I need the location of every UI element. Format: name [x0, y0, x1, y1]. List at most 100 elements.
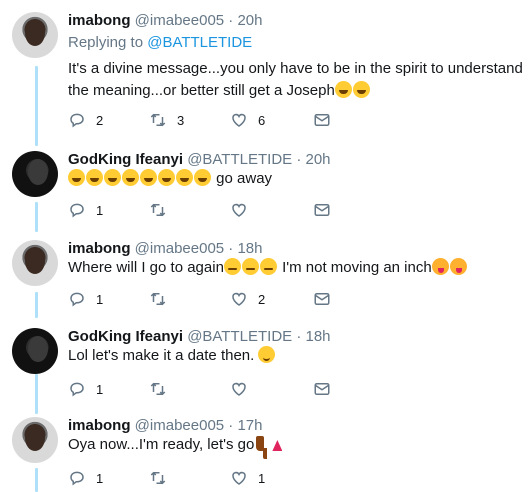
timestamp[interactable]: 20h [237, 12, 262, 29]
laughing-emoji-icon [68, 169, 85, 186]
handle[interactable]: @imabee005 [135, 240, 224, 257]
reply-icon [70, 471, 84, 486]
tweet-header: GodKing Ifeanyi @BATTLETIDE · 18h [68, 328, 331, 345]
like-icon [232, 203, 246, 217]
retweet-icon [150, 382, 166, 396]
laughing-emoji-icon [194, 169, 211, 186]
handle[interactable]: @BATTLETIDE [187, 151, 292, 168]
reply-button[interactable]: 1 [68, 379, 103, 399]
laughing-emoji-icon [86, 169, 103, 186]
timestamp[interactable]: 18h [306, 328, 331, 345]
reply-icon [70, 113, 84, 128]
reply-icon [70, 203, 84, 218]
display-name[interactable]: imabong [68, 240, 131, 257]
separator: · [224, 417, 238, 434]
avatar[interactable] [12, 151, 58, 197]
direct-message-button[interactable] [313, 110, 331, 130]
reply-icon [70, 292, 84, 307]
laughing-emoji-icon [176, 169, 193, 186]
replying-to: Replying to @BATTLETIDE [68, 34, 252, 51]
timestamp[interactable]: 18h [237, 240, 262, 257]
avatar[interactable] [12, 240, 58, 286]
direct-message-icon [314, 114, 330, 126]
tweet[interactable]: GodKing Ifeanyi @BATTLETIDE · 20h go awa… [0, 151, 530, 226]
replying-handle-link[interactable]: @BATTLETIDE [147, 34, 252, 51]
like-button[interactable] [230, 379, 258, 399]
retweet-button[interactable]: 3 [149, 110, 184, 130]
laughing-emoji-icon [334, 81, 352, 98]
timestamp[interactable]: 17h [237, 417, 262, 434]
tweet-actions: 1 1 [68, 468, 368, 488]
direct-message-button[interactable] [313, 379, 331, 399]
tweet-text: Where will I go to again I'm not moving … [68, 257, 523, 279]
like-icon [232, 471, 246, 485]
retweet-button[interactable] [149, 379, 177, 399]
tweet-actions: 1 [68, 200, 368, 220]
direct-message-button[interactable] [313, 200, 331, 220]
tweet-text: It's a divine message...you only have to… [68, 58, 523, 102]
laughing-emoji-icon [104, 169, 121, 186]
avatar[interactable] [12, 417, 58, 463]
tweet-actions: 1 2 [68, 289, 368, 309]
tweet[interactable]: imabong @imabee005 · 17h Oya now...I'm r… [0, 417, 530, 492]
relieved-emoji-icon [259, 258, 277, 275]
reply-button[interactable]: 1 [68, 468, 103, 488]
handle[interactable]: @imabee005 [135, 417, 224, 434]
like-count: 6 [258, 112, 266, 128]
tweet-text-content: It's a divine message...you only have to… [68, 60, 523, 99]
direct-message-icon [314, 383, 330, 395]
tweet[interactable]: imabong @imabee005 · 20h Replying to @BA… [0, 12, 530, 137]
retweet-button[interactable] [149, 200, 177, 220]
tweet-actions: 2 3 6 [68, 110, 368, 130]
avatar[interactable] [12, 12, 58, 58]
tweet[interactable]: GodKing Ifeanyi @BATTLETIDE · 18h Lol le… [0, 328, 530, 403]
like-button[interactable] [230, 200, 258, 220]
retweet-button[interactable] [149, 468, 177, 488]
tweet-text: go away [68, 168, 523, 190]
reply-count: 1 [96, 202, 104, 218]
laughing-emoji-icon [352, 81, 370, 98]
reply-button[interactable]: 1 [68, 289, 103, 309]
retweet-count: 3 [177, 112, 185, 128]
retweet-button[interactable] [149, 289, 177, 309]
reply-button[interactable]: 2 [68, 110, 103, 130]
yum-emoji-icon [431, 258, 449, 275]
tweet-header: imabong @imabee005 · 18h [68, 240, 263, 257]
laughing-emoji-icon [158, 169, 175, 186]
relieved-emoji-icon [223, 258, 241, 275]
like-button[interactable]: 2 [230, 289, 265, 309]
handle[interactable]: @BATTLETIDE [187, 328, 292, 345]
tweet-text-content: go away [216, 170, 273, 187]
display-name[interactable]: GodKing Ifeanyi [68, 151, 183, 168]
reply-icon [70, 382, 84, 397]
reply-button[interactable]: 1 [68, 200, 103, 220]
timestamp[interactable]: 20h [306, 151, 331, 168]
separator: · [224, 12, 238, 29]
laughing-emoji-icon [122, 169, 139, 186]
handle[interactable]: @imabee005 [135, 12, 224, 29]
direct-message-icon [314, 204, 330, 216]
like-icon [232, 382, 246, 396]
display-name[interactable]: imabong [68, 417, 131, 434]
direct-message-icon [314, 293, 330, 305]
like-button[interactable]: 6 [230, 110, 265, 130]
tweet-header: imabong @imabee005 · 20h [68, 12, 263, 29]
relieved-emoji-icon [241, 258, 259, 275]
reply-count: 2 [96, 112, 104, 128]
like-icon [232, 292, 246, 306]
display-name[interactable]: GodKing Ifeanyi [68, 328, 183, 345]
like-count: 2 [258, 291, 266, 307]
separator: · [292, 151, 306, 168]
tweet-text-content: Oya now...I'm ready, let's go [68, 436, 255, 453]
display-name[interactable]: imabong [68, 12, 131, 29]
retweet-icon [150, 292, 166, 306]
direct-message-button[interactable] [313, 289, 331, 309]
dancer-emoji-icon [269, 435, 283, 452]
yum-emoji-icon [449, 258, 467, 275]
tweet-text: Lol let's make it a date then. [68, 345, 523, 367]
laughing-emoji-icon [140, 169, 157, 186]
like-button[interactable]: 1 [230, 468, 265, 488]
tweet-text-content: Lol let's make it a date then. [68, 347, 259, 364]
tweet[interactable]: imabong @imabee005 · 18h Where will I go… [0, 240, 530, 315]
avatar[interactable] [12, 328, 58, 374]
